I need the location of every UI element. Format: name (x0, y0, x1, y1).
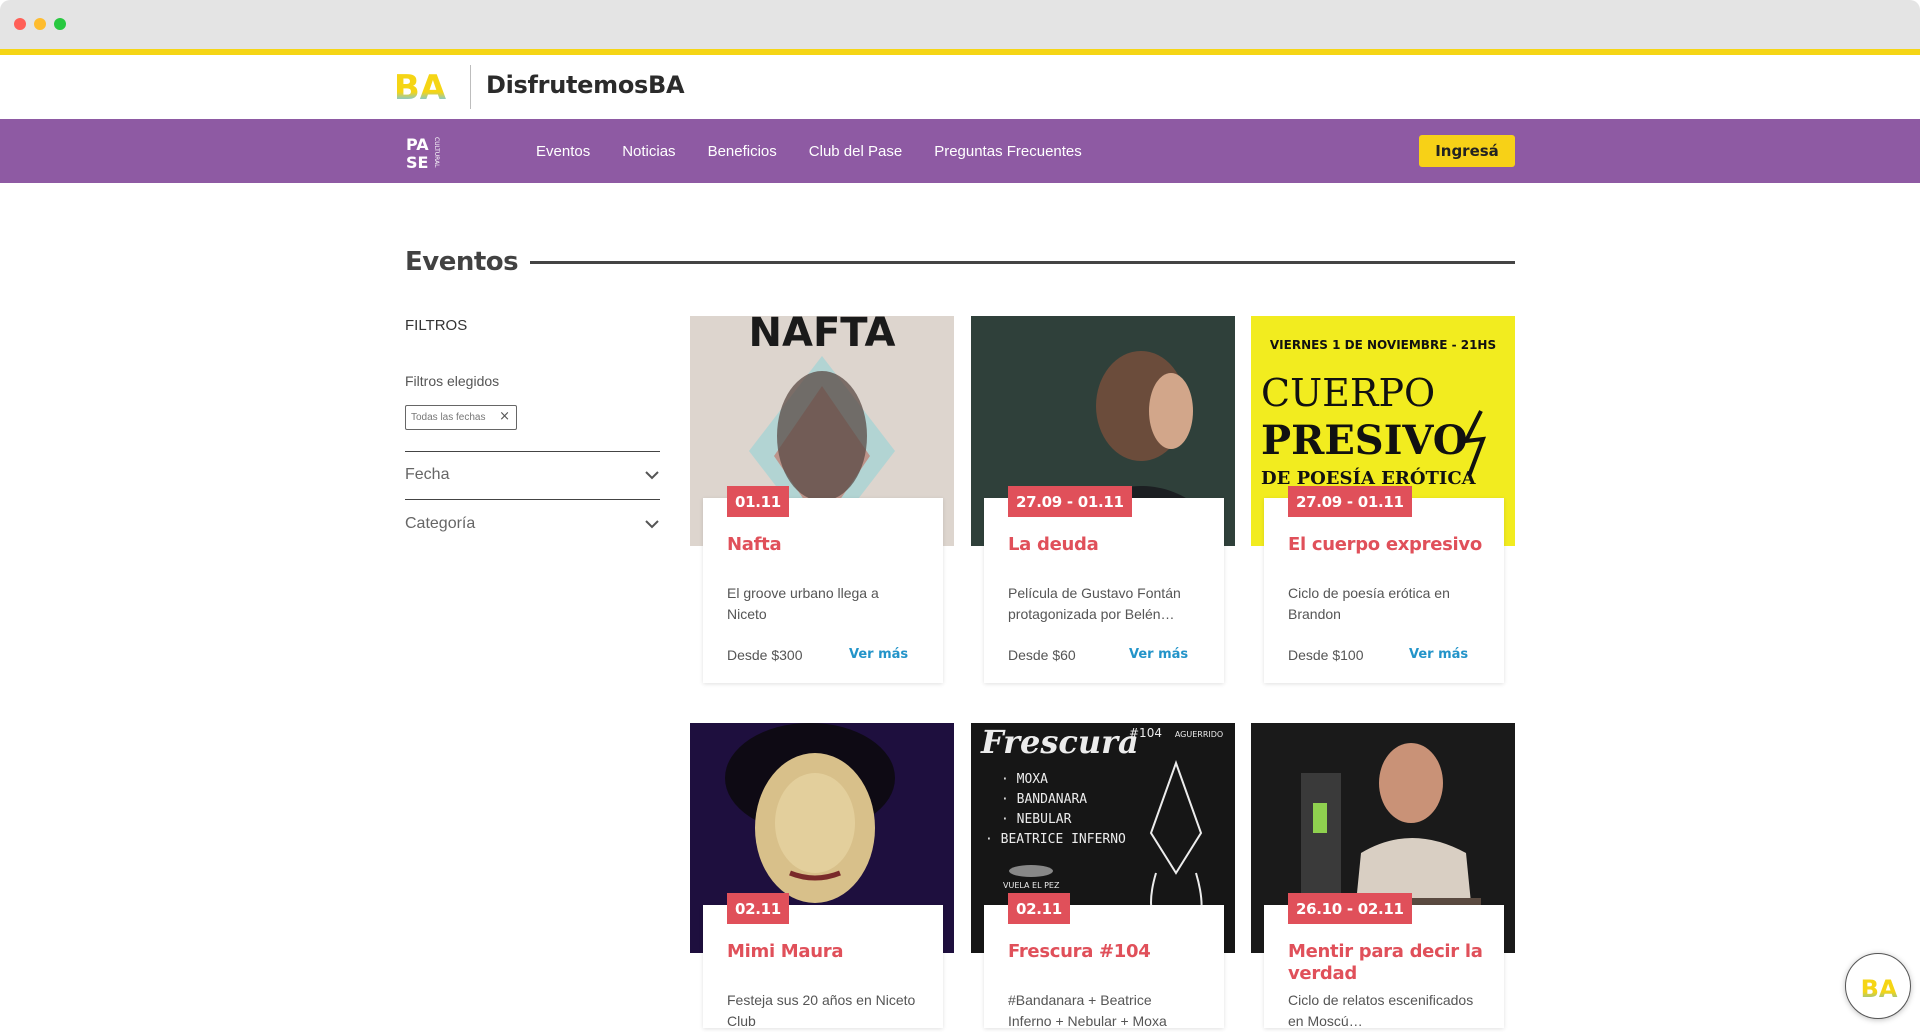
accordion-divider (405, 499, 660, 500)
accordion-fecha[interactable]: Fecha (405, 466, 449, 484)
filter-chip-label: Todas las fechas (411, 412, 486, 423)
brand-title[interactable]: DisfrutemosBA (486, 71, 685, 99)
pase-logo-text-1: PA (406, 135, 429, 154)
event-date-badge: 01.11 (727, 486, 789, 517)
filter-chip-all-dates[interactable]: Todas las fechas × (405, 405, 517, 430)
event-price: Desde $100 (1288, 647, 1364, 663)
poster-lineup-1: · MOXA (1001, 772, 1048, 787)
title-divider (530, 261, 1515, 264)
nav-link-eventos[interactable]: Eventos (536, 143, 590, 160)
event-description: Ciclo de poesía erótica en Brandon (1288, 585, 1450, 622)
window-titlebar (0, 0, 1920, 49)
ba-chat-button[interactable]: BA (1845, 953, 1911, 1019)
event-description: Festeja sus 20 años en Niceto Club (727, 992, 916, 1029)
ba-logo-text: BA (394, 69, 447, 103)
maximize-window-button[interactable] (54, 18, 66, 30)
poster-frescura-title: Frescura (980, 723, 1139, 761)
poster-lineup-3: · NEBULAR (1001, 812, 1072, 827)
nav-link-club-del-pase[interactable]: Club del Pase (809, 143, 902, 160)
event-description: El groove urbano llega a Niceto (727, 585, 879, 622)
page-title: Eventos (405, 247, 519, 277)
event-date-badge: 26.10 - 02.11 (1288, 893, 1412, 924)
login-button[interactable]: Ingresá (1419, 135, 1515, 167)
poster-frescura-number: #104 (1129, 726, 1162, 740)
event-price: Desde $300 (727, 647, 803, 663)
accordion-categoria[interactable]: Categoría (405, 515, 475, 533)
event-date-badge: 27.09 - 01.11 (1008, 486, 1132, 517)
event-description: Ciclo de relatos escenificados en Moscú… (1288, 992, 1474, 1029)
event-title[interactable]: Mentir para decir la verdad (1288, 941, 1498, 985)
chevron-down-icon[interactable] (644, 467, 660, 483)
nav-link-noticias[interactable]: Noticias (622, 143, 675, 160)
brand-header: BA DisfrutemosBA (0, 55, 1920, 119)
poster-vuela-el-pez: VUELA EL PEZ (1003, 881, 1060, 890)
event-title[interactable]: El cuerpo expresivo (1288, 534, 1498, 556)
pase-logo-text-2: SE (406, 153, 428, 170)
brand-separator (470, 65, 471, 109)
nafta-poster-text: NAFTA (749, 316, 896, 356)
event-title[interactable]: Mimi Maura (727, 941, 937, 963)
event-title[interactable]: Frescura #104 (1008, 941, 1218, 963)
ba-logo[interactable]: BA (390, 69, 450, 103)
event-date-badge: 02.11 (1008, 893, 1070, 924)
nav-link-preguntas-frecuentes[interactable]: Preguntas Frecuentes (934, 143, 1082, 160)
filters-heading: FILTROS (405, 317, 468, 334)
nav-link-beneficios[interactable]: Beneficios (708, 143, 777, 160)
poster-lineup-2: · BANDANARA (1001, 792, 1087, 807)
event-date-badge: 27.09 - 01.11 (1288, 486, 1412, 517)
minimize-window-button[interactable] (34, 18, 46, 30)
poster-date-text: VIERNES 1 DE NOVIEMBRE - 21HS (1270, 338, 1496, 352)
poster-venue: AGUERRIDO (1175, 730, 1223, 739)
ver-mas-link[interactable]: Ver más (849, 647, 908, 662)
poster-lineup-4: · BEATRICE INFERNO (985, 832, 1126, 847)
poster-word-2: PRESIVO (1261, 417, 1468, 464)
ver-mas-link[interactable]: Ver más (1409, 647, 1468, 662)
event-price: Desde $60 (1008, 647, 1076, 663)
event-title[interactable]: Nafta (727, 534, 937, 556)
pase-cultural-logo[interactable]: PA SE CULTURAL (405, 134, 443, 170)
poster-word-1: CUERPO (1261, 371, 1435, 415)
event-description: #Bandanara + Beatrice Inferno + Nebular … (1008, 992, 1167, 1029)
pase-logo-text-3: CULTURAL (433, 137, 440, 168)
nav-links: Eventos Noticias Beneficios Club del Pas… (536, 119, 1114, 183)
ver-mas-link[interactable]: Ver más (1129, 647, 1188, 662)
close-window-button[interactable] (14, 18, 26, 30)
event-date-badge: 02.11 (727, 893, 789, 924)
chosen-filters-label: Filtros elegidos (405, 373, 500, 389)
remove-filter-icon[interactable]: × (499, 409, 510, 424)
main-nav: PA SE CULTURAL Eventos Noticias Benefici… (0, 119, 1920, 183)
event-description: Película de Gustavo Fontán protagonizada… (1008, 585, 1181, 622)
ba-chat-logo-text: BA (1861, 975, 1898, 1003)
chevron-down-icon[interactable] (644, 516, 660, 532)
event-title[interactable]: La deuda (1008, 534, 1218, 556)
accordion-divider (405, 451, 660, 452)
